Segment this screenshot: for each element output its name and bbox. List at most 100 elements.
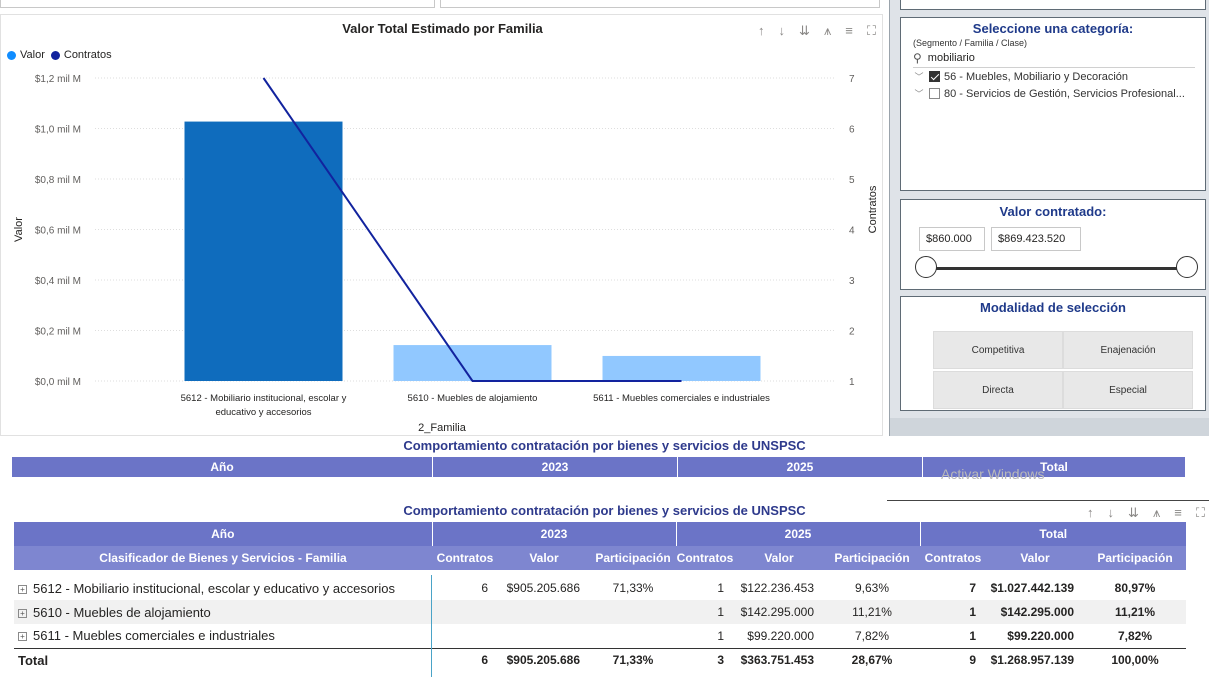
- cell-contratos-2025: 1: [717, 581, 724, 595]
- cell-contratos-total: 1: [969, 628, 976, 643]
- year-2025-header[interactable]: 2025: [675, 522, 920, 546]
- value-range-title: Valor contratado:: [999, 204, 1107, 219]
- table-row[interactable]: +5612 - Mobiliario institucional, escola…: [14, 576, 1186, 600]
- total-row: Total 6 $905.205.686 71,33% 3 $363.751.4…: [14, 647, 1186, 672]
- checkbox-checked-icon[interactable]: [929, 71, 940, 82]
- category-item-80[interactable]: ﹀ 80 - Servicios de Gestión, Servicios P…: [913, 85, 1205, 102]
- column-header-row: Clasificador de Bienes y Servicios - Fam…: [14, 546, 1186, 570]
- col-header-contratos-2025[interactable]: Contratos: [676, 546, 734, 570]
- modality-option-directa[interactable]: Directa: [933, 371, 1063, 409]
- cell-contratos-2025: 1: [717, 628, 724, 643]
- modality-option-especial[interactable]: Especial: [1063, 371, 1193, 409]
- y-tick-label: $0,6 mil M: [35, 226, 81, 237]
- col-header-contratos-total[interactable]: Contratos: [920, 546, 986, 570]
- filter-panel: Seleccione una categoría: (Segmento / Fa…: [889, 0, 1209, 436]
- y2-tick-label: 3: [849, 276, 855, 287]
- total-label: Total: [14, 647, 432, 672]
- x-tick-label: 5611 - Muebles comerciales e industriale…: [593, 393, 770, 404]
- chart-plot: $0,0 mil M $0,2 mil M $0,4 mil M $0,6 mil M…: [13, 74, 879, 434]
- y-tick-label: $0,0 mil M: [35, 377, 81, 388]
- y-axis-title: Valor: [13, 217, 25, 242]
- col-header-participacion-2025[interactable]: Participación: [824, 546, 920, 570]
- expand-icon[interactable]: +: [18, 584, 27, 594]
- chevron-down-icon[interactable]: ﹀: [913, 87, 925, 100]
- y2-tick-label: 4: [849, 226, 855, 237]
- chart-card: Valor Total Estimado por Familia ↑ ↓ ⇊ ⩚…: [0, 14, 883, 436]
- top-card-mid: [440, 0, 880, 8]
- year-2023-header[interactable]: 2023: [431, 522, 676, 546]
- double-arrow-down-icon[interactable]: ⇊: [1128, 505, 1139, 521]
- bar-valor: [602, 355, 761, 381]
- y2-tick-label: 1: [849, 377, 855, 388]
- total-contratos-2023: 6: [432, 647, 498, 672]
- category-slicer-title: Seleccione una categoría:: [972, 21, 1134, 36]
- category-slicer-subtitle: (Segmento / Familia / Clase): [913, 38, 1028, 48]
- row-familia-label: 5611 - Muebles comerciales e industriale…: [33, 628, 275, 644]
- range-min-input[interactable]: $860.000: [919, 227, 985, 251]
- partial-2023-header: 2023: [433, 457, 677, 477]
- cell-participacion-2025: 7,82%: [854, 628, 890, 643]
- modality-option-competitiva[interactable]: Competitiva: [933, 331, 1063, 369]
- modality-option-enajenacion[interactable]: Enajenación: [1063, 331, 1193, 369]
- year-header-row: Año 2023 2025 Total: [14, 522, 1186, 546]
- focus-mode-icon[interactable]: ⛶: [1196, 505, 1205, 521]
- year-total-header[interactable]: Total: [919, 522, 1186, 546]
- partial-year-header: Año: [12, 457, 432, 477]
- table-row[interactable]: +5611 - Muebles comerciales e industrial…: [14, 624, 1186, 648]
- row-header-familia[interactable]: Clasificador de Bienes y Servicios - Fam…: [14, 546, 432, 570]
- y2-tick-label: 7: [849, 74, 855, 85]
- x-tick-label: 5612 - Mobiliario institucional, escolar…: [181, 393, 347, 404]
- y-tick-label: $0,8 mil M: [35, 175, 81, 186]
- range-max-handle[interactable]: [1176, 256, 1198, 278]
- cell-contratos-2023: [432, 624, 498, 648]
- col-header-valor-2023[interactable]: Valor: [498, 546, 590, 570]
- cell-valor-2025: $142.295.000: [740, 605, 814, 619]
- expand-icon[interactable]: +: [18, 632, 27, 642]
- value-range-slicer: Valor contratado: $860.000 $869.423.520: [900, 199, 1206, 290]
- range-max-input[interactable]: $869.423.520: [991, 227, 1081, 251]
- arrow-down-icon[interactable]: ↓: [1108, 505, 1115, 521]
- total-contratos-total: 9: [920, 647, 986, 672]
- category-item-56[interactable]: ﹀ 56 - Muebles, Mobiliario y Decoración: [913, 68, 1205, 85]
- col-header-contratos-2023[interactable]: Contratos: [432, 546, 498, 570]
- unspsc-matrix: Año 2023 2025 Total Clasificador de Bien…: [14, 522, 1186, 672]
- year-header-label: Año: [14, 522, 432, 546]
- row-familia[interactable]: +5612 - Mobiliario institucional, escola…: [14, 576, 432, 600]
- chevron-down-icon[interactable]: ﹀: [913, 70, 925, 83]
- checkbox-icon[interactable]: [929, 88, 940, 99]
- modality-title: Modalidad de selección: [980, 300, 1126, 315]
- row-familia[interactable]: +5610 - Muebles de alojamiento: [14, 600, 432, 624]
- partial-section-title: Comportamiento contratación por bienes y…: [403, 438, 806, 453]
- hierarchy-icon[interactable]: ⩚: [1153, 505, 1160, 521]
- category-item-label[interactable]: 56 - Muebles, Mobiliario y Decoración: [944, 71, 1128, 83]
- row-familia-label: 5612 - Mobiliario institucional, escolar…: [33, 580, 396, 596]
- matrix-toolbar: ↑ ↓ ⇊ ⩚ ≡ ⛶: [1087, 505, 1205, 521]
- total-participacion-2025: 28,67%: [824, 647, 920, 672]
- cell-participacion-2023: [590, 600, 676, 624]
- total-participacion-total: 100,00%: [1084, 647, 1186, 672]
- y2-axis-title: Contratos: [867, 185, 879, 233]
- search-icon: ⚲: [913, 51, 922, 65]
- filter-icon[interactable]: ≡: [1174, 505, 1182, 521]
- category-item-label[interactable]: 80 - Servicios de Gestión, Servicios Pro…: [944, 88, 1185, 100]
- cell-valor-total: $142.295.000: [1000, 605, 1074, 619]
- cell-contratos-total: 1: [969, 605, 976, 619]
- y2-tick-label: 2: [849, 327, 855, 338]
- col-header-valor-2025[interactable]: Valor: [734, 546, 824, 570]
- matrix-title: Comportamiento contratación por bienes y…: [403, 503, 806, 518]
- cell-participacion-2023: 71,33%: [612, 581, 654, 595]
- arrow-up-icon[interactable]: ↑: [1087, 505, 1094, 521]
- expand-icon[interactable]: +: [18, 608, 27, 618]
- range-min-handle[interactable]: [915, 256, 937, 278]
- col-header-participacion-2023[interactable]: Participación: [590, 546, 676, 570]
- y-tick-label: $0,2 mil M: [35, 327, 81, 338]
- category-search-input[interactable]: mobiliario: [928, 52, 975, 64]
- col-header-valor-total[interactable]: Valor: [986, 546, 1084, 570]
- col-header-participacion-total[interactable]: Participación: [1084, 546, 1186, 570]
- cell-participacion-2025: 11,21%: [852, 605, 892, 619]
- category-search[interactable]: ⚲ mobiliario: [913, 51, 1195, 68]
- table-row[interactable]: +5610 - Muebles de alojamiento 1 $142.29…: [14, 600, 1186, 624]
- cell-contratos-2025: 1: [717, 605, 724, 619]
- y2-tick-label: 6: [849, 125, 855, 136]
- row-familia[interactable]: +5611 - Muebles comerciales e industrial…: [14, 624, 432, 648]
